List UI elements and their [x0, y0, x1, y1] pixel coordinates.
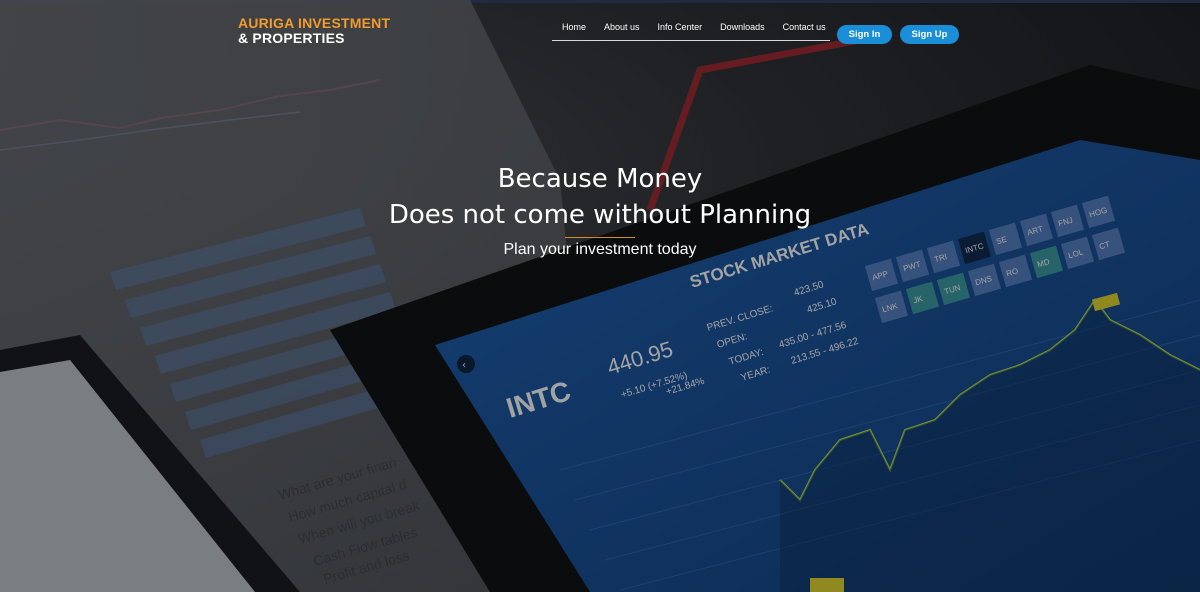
hero-headline-line-2: Does not come without Planning [388, 200, 812, 230]
brand-line-2: & PROPERTIES [238, 30, 345, 46]
brand-line-1: AURIGA INVESTMENT [238, 15, 391, 31]
brand-logo[interactable]: AURIGA INVESTMENT & PROPERTIES [238, 16, 390, 46]
nav-item-home[interactable]: Home [562, 19, 586, 40]
headline-divider [565, 237, 635, 238]
sign-in-button[interactable]: Sign In [837, 25, 892, 44]
nav-item-downloads[interactable]: Downloads [720, 19, 765, 40]
hero-section: What are your finan How much capital d W… [0, 0, 1200, 592]
hero-subheadline: Plan your investment today [503, 241, 697, 258]
nav-item-about-us[interactable]: About us [604, 19, 640, 40]
main-nav: Home About us Info Center Downloads Cont… [552, 19, 830, 41]
sign-up-button[interactable]: Sign Up [900, 25, 959, 44]
nav-item-info-center[interactable]: Info Center [658, 19, 703, 40]
nav-item-contact-us[interactable]: Contact us [783, 19, 826, 40]
hero-headline-line-1: Because Money [497, 164, 703, 194]
hero-dark-overlay [0, 0, 1200, 592]
